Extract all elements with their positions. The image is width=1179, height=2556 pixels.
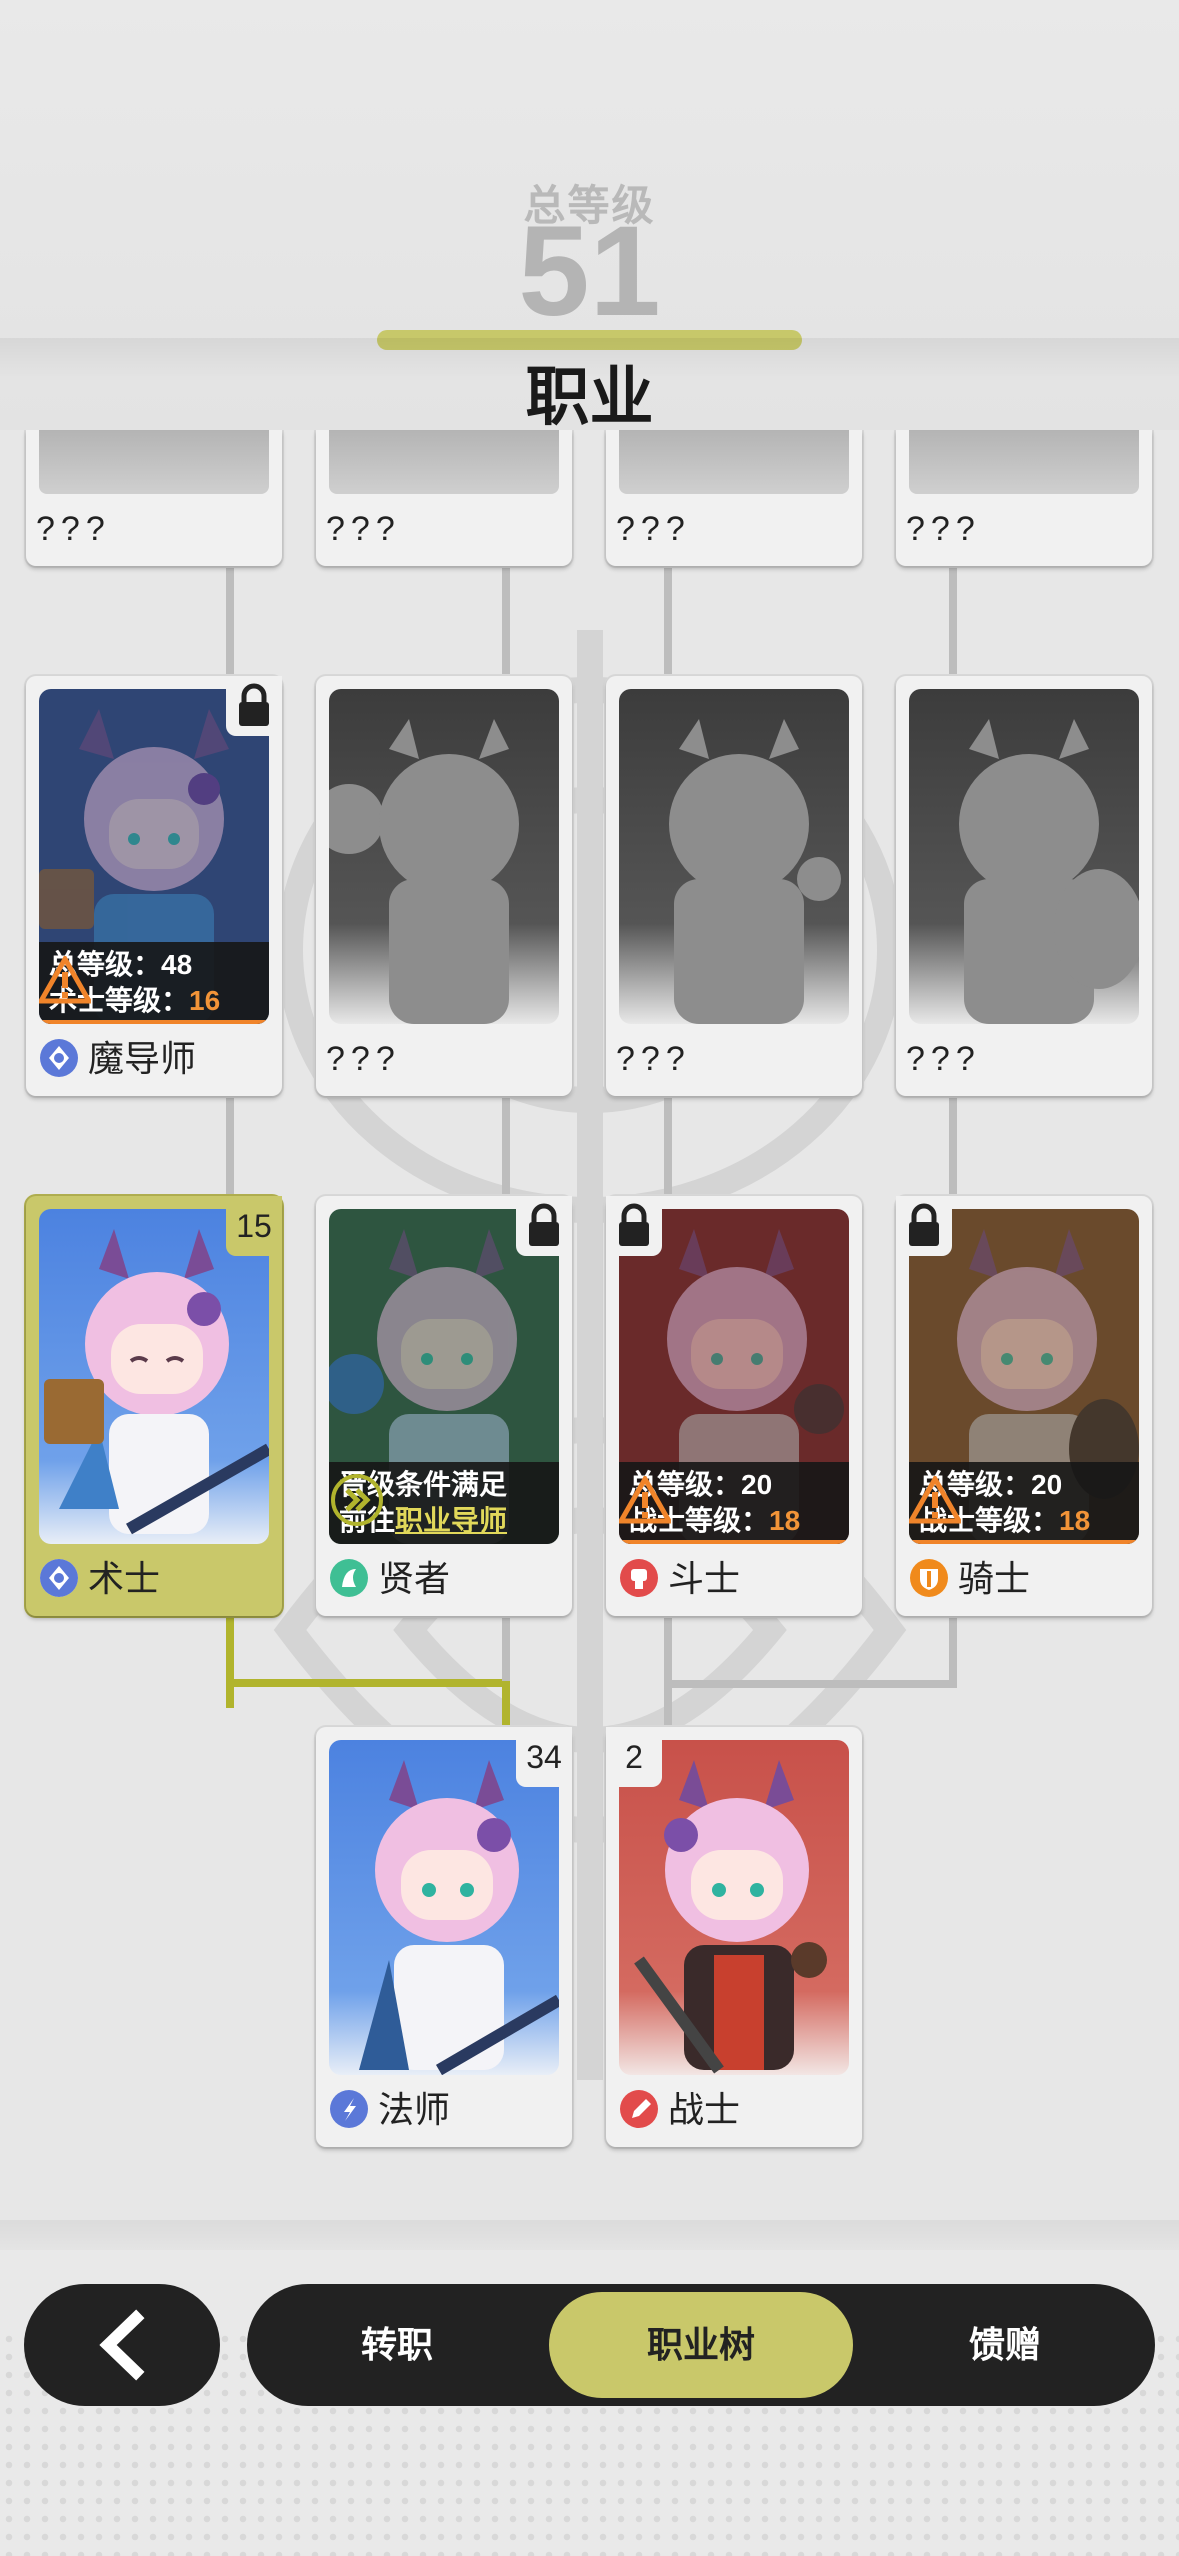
warning-icon [39, 956, 91, 1004]
job-name: 法师 [378, 2089, 451, 2130]
connector-line [949, 566, 957, 676]
connector-line [226, 566, 234, 676]
job-card-unknown[interactable]: ??? [606, 676, 862, 1096]
requirement-overlay: 总等级：20 战士等级：18 [619, 1462, 849, 1544]
job-level-badge: 34 [516, 1727, 572, 1787]
total-level-value: 51 [518, 200, 661, 343]
connector-line [949, 1616, 957, 1688]
tab-job-tree[interactable]: 职业树 [549, 2292, 853, 2398]
job-name-row: 法师 [330, 2085, 450, 2135]
knight-emblem-icon [910, 1559, 948, 1598]
job-tree[interactable]: ??? ??? ??? ??? 总等级：48 术士等级：16 魔导师 ??? ?… [0, 430, 1179, 2220]
job-name-row: 骑士 [910, 1554, 1030, 1604]
character-portrait: 晋级条件满足 前往职业导师 [329, 1209, 559, 1544]
job-card-unknown[interactable]: ??? [26, 430, 282, 566]
job-level-badge: 2 [606, 1727, 662, 1787]
bottom-tab-bar: 转职 职业树 馈赠 [247, 2284, 1155, 2406]
job-card-warrior[interactable]: 2 战士 [606, 1727, 862, 2147]
job-card-unknown[interactable]: ??? [606, 430, 862, 566]
warrior-emblem-icon [620, 2090, 658, 2129]
job-name-row: 贤者 [330, 1554, 450, 1604]
requirement-overlay: 晋级条件满足 前往职业导师 [329, 1462, 559, 1544]
connector-line [502, 566, 510, 676]
character-portrait [619, 1740, 849, 2075]
connector-line-active [502, 1679, 510, 1727]
warning-icon [619, 1476, 671, 1524]
requirement-overlay: 总等级：20 战士等级：18 [909, 1462, 1139, 1544]
chevron-left-icon [99, 2309, 145, 2381]
connector-line [664, 1680, 957, 1688]
job-card-unknown[interactable]: ??? [896, 430, 1152, 566]
job-card-fighter[interactable]: 总等级：20 战士等级：18 斗士 [606, 1196, 862, 1616]
job-name: 骑士 [958, 1558, 1031, 1599]
job-name: ??? [906, 1040, 981, 1078]
job-card-sorcerer[interactable]: 15 术士 [26, 1196, 282, 1616]
tab-gifts[interactable]: 馈赠 [855, 2284, 1155, 2406]
silhouette-portrait [619, 689, 849, 1024]
mage-emblem-icon [40, 1039, 78, 1078]
fighter-emblem-icon [620, 1559, 658, 1598]
connector-line-active [226, 1616, 234, 1708]
character-portrait [39, 1209, 269, 1544]
connector-line [949, 1096, 957, 1196]
job-name: ??? [326, 1040, 401, 1078]
character-portrait: 总等级：20 战士等级：18 [619, 1209, 849, 1544]
job-name-row: 术士 [40, 1554, 160, 1604]
job-name: 斗士 [668, 1558, 741, 1599]
lock-icon [226, 676, 282, 736]
job-card-unknown[interactable]: ??? [316, 430, 572, 566]
job-name-row: 战士 [620, 2085, 740, 2135]
job-card-mage[interactable]: 34 法师 [316, 1727, 572, 2147]
connector-line [226, 1096, 234, 1196]
page-title: 职业 [525, 361, 654, 433]
mage-emblem-icon [330, 2090, 368, 2129]
connector-line [664, 566, 672, 676]
character-portrait [329, 1740, 559, 2075]
job-card-unknown[interactable]: ??? [896, 676, 1152, 1096]
silhouette-portrait [909, 689, 1139, 1024]
job-card-knight[interactable]: 总等级：20 战士等级：18 骑士 [896, 1196, 1152, 1616]
job-name: 术士 [88, 1558, 161, 1599]
job-name-row: 魔导师 [40, 1034, 196, 1084]
job-name: 战士 [668, 2089, 741, 2130]
connector-line [664, 1616, 672, 1727]
job-level-badge: 15 [226, 1196, 282, 1256]
job-name: ??? [616, 510, 691, 548]
silhouette-portrait [909, 430, 1139, 494]
job-name: ??? [616, 1040, 691, 1078]
silhouette-portrait [39, 430, 269, 494]
lock-icon [896, 1196, 952, 1256]
connector-line [502, 1096, 510, 1196]
job-card-unknown[interactable]: ??? [316, 676, 572, 1096]
character-portrait: 总等级：48 术士等级：16 [39, 689, 269, 1024]
warning-icon [909, 1476, 961, 1524]
job-card-archmage[interactable]: 总等级：48 术士等级：16 魔导师 [26, 676, 282, 1096]
silhouette-portrait [329, 430, 559, 494]
requirement-overlay: 总等级：48 术士等级：16 [39, 942, 269, 1024]
job-card-sage[interactable]: 晋级条件满足 前往职业导师 贤者 [316, 1196, 572, 1616]
job-name: 魔导师 [88, 1038, 197, 1079]
header: 总等级 51 职业 [0, 0, 1179, 433]
sage-emblem-icon [330, 1559, 368, 1598]
connector-line [664, 1096, 672, 1196]
job-name: ??? [326, 510, 401, 548]
job-name: ??? [36, 510, 111, 548]
silhouette-portrait [329, 689, 559, 1024]
lock-icon [516, 1196, 572, 1256]
sorcerer-emblem-icon [40, 1559, 78, 1598]
job-name: 贤者 [378, 1558, 451, 1599]
tab-job-change[interactable]: 转职 [247, 2284, 547, 2406]
connector-line [502, 1616, 510, 1681]
job-name: ??? [906, 510, 981, 548]
promote-arrow-icon[interactable] [329, 1472, 385, 1528]
job-name-row: 斗士 [620, 1554, 740, 1604]
job-mentor-link[interactable]: 职业导师 [395, 1505, 507, 1536]
connector-line-active [226, 1679, 510, 1687]
silhouette-portrait [619, 430, 849, 494]
back-button[interactable] [24, 2284, 220, 2406]
character-portrait: 总等级：20 战士等级：18 [909, 1209, 1139, 1544]
lock-icon [606, 1196, 662, 1256]
